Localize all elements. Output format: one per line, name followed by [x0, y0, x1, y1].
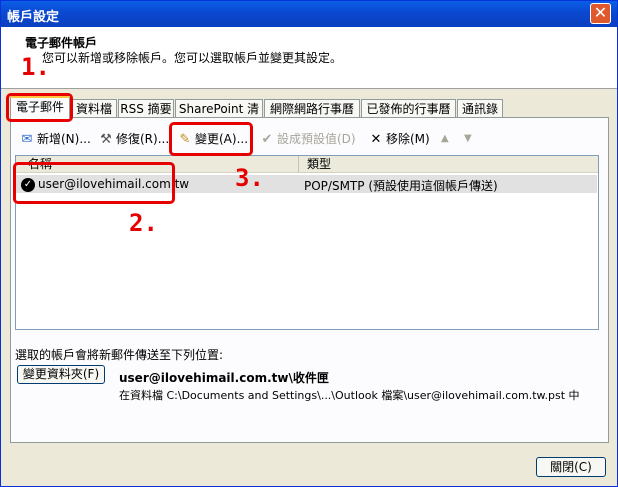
highlight-account-row: [13, 162, 175, 204]
step-3-label: 3.: [235, 164, 264, 192]
repair-label: 修復(R)...: [116, 132, 170, 146]
remove-button[interactable]: ✕ 移除(M): [368, 128, 430, 150]
remove-label: 移除(M): [386, 132, 430, 146]
delivery-folder-path: 在資料檔 C:\Documents and Settings\...\Outlo…: [119, 389, 580, 402]
tab-email[interactable]: 電子郵件: [10, 96, 70, 118]
move-down-button[interactable]: ▼: [464, 128, 472, 150]
tab-rss-feeds[interactable]: RSS 摘要: [118, 99, 174, 117]
window-title: 帳戶設定: [7, 10, 60, 25]
check-circle-icon: ✔: [261, 131, 273, 147]
new-mail-icon: ✉: [21, 131, 33, 147]
repair-button[interactable]: ⚒ 修復(R)...: [98, 128, 169, 150]
header-panel: 電子郵件帳戶 您可以新增或移除帳戶。您可以選取帳戶並變更其設定。: [1, 27, 617, 89]
remove-x-icon: ✕: [370, 131, 382, 147]
change-folder-button[interactable]: 變更資料夾(F): [17, 365, 105, 384]
new-account-button[interactable]: ✉ 新增(N)...: [19, 128, 91, 150]
tab-internet-calendars[interactable]: 網際網路行事曆: [264, 99, 360, 117]
account-type: POP/SMTP (預設使用這個帳戶傳送): [304, 179, 498, 193]
title-bar[interactable]: 帳戶設定 ✕: [1, 1, 617, 27]
set-default-label: 設成預設值(D): [277, 132, 356, 146]
tab-data-files[interactable]: 資料檔: [71, 99, 117, 117]
highlight-change-button: [169, 122, 253, 156]
tab-sharepoint-lists[interactable]: SharePoint 清單: [175, 99, 263, 134]
header-subtitle: 您可以新增或移除帳戶。您可以選取帳戶並變更其設定。: [42, 51, 343, 65]
tab-published-calendars[interactable]: 已發佈的行事曆: [361, 99, 456, 117]
delivery-folder-name: user@ilovehimail.com.tw\收件匣: [119, 371, 329, 385]
move-up-button[interactable]: ▲: [441, 128, 449, 150]
account-settings-window: 帳戶設定 ✕ 電子郵件帳戶 您可以新增或移除帳戶。您可以選取帳戶並變更其設定。 …: [0, 0, 618, 487]
repair-tools-icon: ⚒: [100, 131, 112, 147]
delivery-label: 選取的帳戶會將新郵件傳送至下列位置:: [15, 348, 224, 362]
column-header-type[interactable]: 類型: [299, 156, 598, 173]
tab-address-books[interactable]: 通訊錄: [457, 99, 503, 117]
close-button[interactable]: 關閉(C): [536, 457, 606, 477]
new-account-label: 新增(N)...: [37, 132, 91, 146]
close-window-button[interactable]: ✕: [590, 3, 611, 24]
step-1-label: 1.: [21, 53, 50, 81]
set-default-button[interactable]: ✔ 設成預設值(D): [259, 128, 356, 150]
step-2-label: 2.: [129, 209, 158, 237]
